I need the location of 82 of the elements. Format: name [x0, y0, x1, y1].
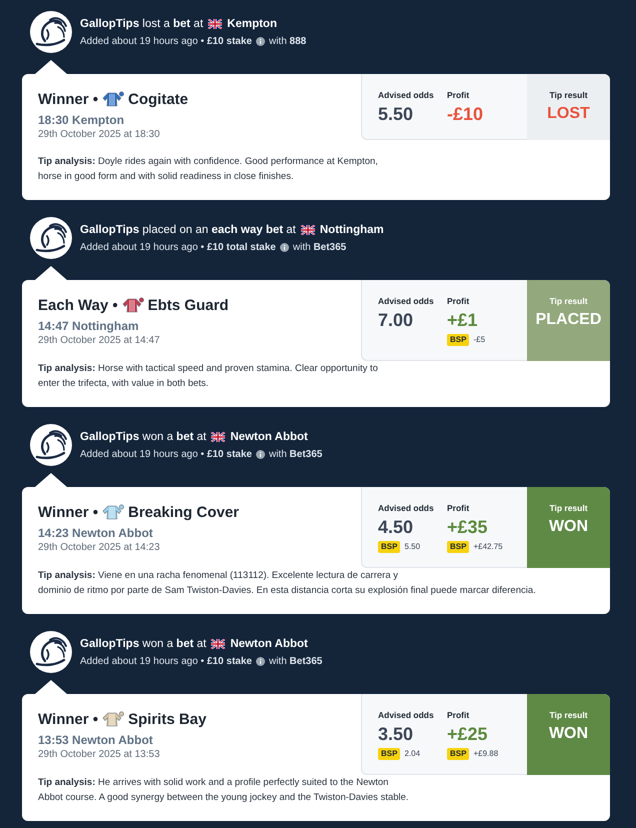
bet-meta-text: Added about 19 hours ago • £10 total stake	[80, 240, 276, 254]
profit-label: Profit	[447, 295, 470, 307]
race-date: 29th October 2025 at 18:30	[38, 128, 160, 142]
odds-value: 3.50	[378, 723, 414, 745]
result-label: Tip result	[549, 89, 588, 101]
odds-label: Advised odds	[378, 295, 434, 307]
bsp-badge: BSP	[378, 748, 400, 760]
flag-icon	[211, 638, 226, 648]
horse-head-avatar-icon	[30, 631, 72, 673]
result-value: PLACED	[536, 310, 602, 330]
venue-name: Newton Abbot	[230, 430, 308, 444]
market-label: Winner •	[38, 90, 98, 108]
tip-analysis-text: Tip analysis: He arrives with solid work and a profile perfectly suited to the Newton Abbot course. A good synergy between the young jockey and the Twiston-Davies stable.	[37, 776, 410, 805]
result-label: Tip result	[549, 295, 588, 307]
flag-icon	[211, 432, 226, 442]
odds-label: Advised odds	[378, 709, 434, 721]
race-date: 29th October 2025 at 14:47	[38, 334, 160, 348]
horse-name: Ebts Guard	[148, 296, 229, 314]
horse-head-avatar-icon	[30, 424, 72, 466]
horse-name: Cogitate	[128, 90, 188, 108]
race-time-venue: 14:23 Newton Abbot	[38, 525, 153, 541]
result-label: Tip result	[549, 709, 588, 721]
bsp-badge: BSP	[447, 541, 470, 553]
horse-head-avatar-icon	[30, 11, 72, 53]
bet-meta-text: Added about 19 hours ago • £10 stake	[80, 34, 252, 48]
market-label: Winner •	[38, 504, 98, 520]
bsp-value: -£5	[473, 335, 486, 345]
venue-name: Kempton	[227, 16, 277, 30]
tip-analysis-text: Tip analysis: Viene en una racha fenomenal (113112). Excelente lectura de carrera y dominio de ritmo por parte de Sam Twiston-Davies. En esta distancia corta su explosión final puede marcar diferencia.	[37, 569, 537, 598]
bsp-badge: BSP	[447, 748, 470, 760]
bet-meta-text: Added about 19 hours ago • £10 stake	[80, 448, 252, 460]
bsp-value: 2.04	[404, 749, 420, 759]
result-value: WON	[548, 517, 588, 537]
bookmaker-text: with 888	[268, 34, 306, 48]
horse-head-avatar-icon	[30, 217, 72, 259]
horse-name: Spirits Bay	[128, 710, 206, 728]
race-time-venue: 14:47 Nottingham	[38, 318, 139, 334]
info-icon	[280, 242, 289, 252]
tip-analysis-text: Tip analysis: Doyle rides again with confidence. Good performance at Kempton, horse in good form and with solid readiness in close finishes.	[37, 155, 379, 184]
bookmaker-text: with Bet365	[268, 654, 322, 668]
odds-value: 5.50	[378, 103, 414, 125]
flag-icon	[208, 18, 222, 28]
bet-meta-text: Added about 19 hours ago • £10 stake	[80, 654, 252, 668]
venue-name: Newton Abbot	[230, 636, 308, 650]
headline-text: GallopTips lost a bet at	[80, 16, 204, 30]
result-label: Tip result	[549, 502, 588, 514]
bsp-value: 5.50	[404, 542, 420, 552]
profit-label: Profit	[447, 709, 470, 721]
odds-label: Advised odds	[378, 502, 434, 514]
race-time-venue: 13:53 Newton Abbot	[38, 732, 153, 748]
info-icon	[256, 450, 265, 458]
bsp-value: +£9.88	[473, 749, 498, 759]
race-date: 29th October 2025 at 13:53	[38, 748, 160, 762]
info-icon	[256, 656, 265, 666]
profit-label: Profit	[447, 89, 470, 101]
market-label: Winner •	[38, 710, 98, 728]
flag-icon	[300, 224, 315, 234]
race-time-venue: 18:30 Kempton	[38, 112, 124, 128]
profit-value: +£25	[447, 723, 488, 745]
profit-value: -£10	[447, 103, 484, 125]
bsp-badge: BSP	[378, 541, 400, 553]
bsp-badge: BSP	[447, 334, 470, 346]
headline-text: GallopTips placed on an each way bet at	[80, 222, 296, 236]
race-date: 29th October 2025 at 14:23	[38, 541, 160, 555]
headline-text: GallopTips won a bet at	[80, 636, 206, 650]
headline-text: GallopTips won a bet at	[80, 430, 206, 444]
profit-value: +£35	[447, 516, 488, 538]
bsp-value: +£42.75	[473, 542, 503, 552]
info-icon	[256, 36, 265, 46]
odds-value: 4.50	[378, 516, 414, 538]
venue-name: Nottingham	[320, 222, 384, 236]
odds-value: 7.00	[378, 309, 414, 331]
result-value: WON	[548, 724, 588, 744]
profit-label: Profit	[447, 502, 470, 514]
horse-name: Breaking Cover	[128, 504, 239, 520]
odds-label: Advised odds	[378, 89, 434, 101]
bookmaker-text: with Bet365	[292, 240, 346, 254]
market-label: Each Way •	[38, 296, 118, 314]
bookmaker-text: with Bet365	[268, 448, 322, 460]
profit-value: +£1	[447, 309, 478, 331]
tip-analysis-text: Tip analysis: Horse with tactical speed and proven stamina. Clear opportunity to enter the trifecta, with value in both bets.	[37, 362, 379, 391]
result-value: LOST	[547, 104, 590, 124]
